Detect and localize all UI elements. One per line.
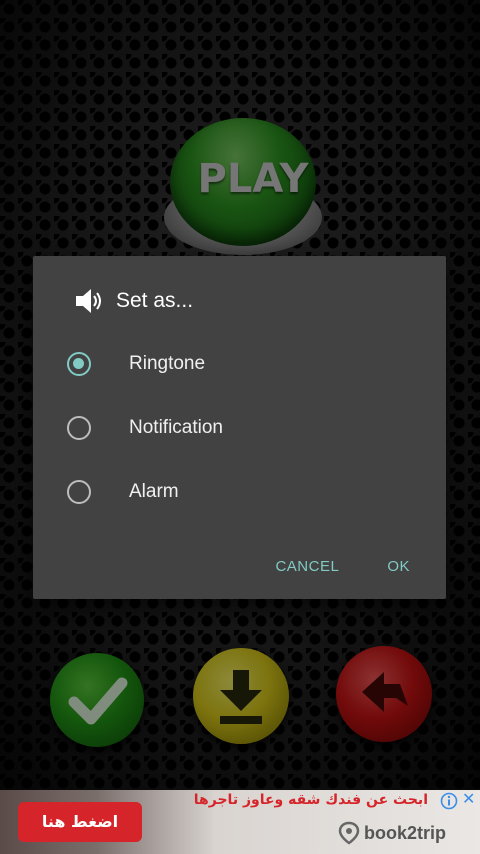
option-alarm[interactable]: Alarm xyxy=(66,464,436,520)
speaker-icon xyxy=(76,289,101,313)
dialog-title: Set as... xyxy=(116,289,194,312)
ad-close-icon[interactable]: ✕ xyxy=(462,791,478,807)
set-as-dialog: Set as... Ringtone Notification Alarm CA… xyxy=(33,256,446,599)
ok-button[interactable]: OK xyxy=(387,558,410,575)
ad-cta-button[interactable]: اضغط هنا xyxy=(18,802,142,842)
cancel-button[interactable]: CANCEL xyxy=(275,558,339,575)
option-label: Notification xyxy=(129,417,223,438)
ad-brand: book2trip xyxy=(338,820,446,846)
option-notification[interactable]: Notification xyxy=(66,400,436,456)
option-ringtone[interactable]: Ringtone xyxy=(66,336,436,392)
dialog-actions: CANCEL OK xyxy=(227,558,410,575)
ad-headline: ابحث عن فندك شقه وعاوز تاجرها xyxy=(193,792,428,808)
ad-banner[interactable]: اضغط هنا ابحث عن فندك شقه وعاوز تاجرها b… xyxy=(0,790,480,854)
radio-ringtone[interactable] xyxy=(67,352,91,376)
ad-choices-icon[interactable] xyxy=(440,792,458,810)
ad-brand-name: book2trip xyxy=(364,822,447,843)
option-label: Alarm xyxy=(129,481,179,502)
radio-notification[interactable] xyxy=(67,416,91,440)
location-pin-icon xyxy=(338,821,360,845)
radio-alarm[interactable] xyxy=(67,480,91,504)
dialog-header: Set as... xyxy=(70,284,193,318)
option-label: Ringtone xyxy=(129,353,206,374)
